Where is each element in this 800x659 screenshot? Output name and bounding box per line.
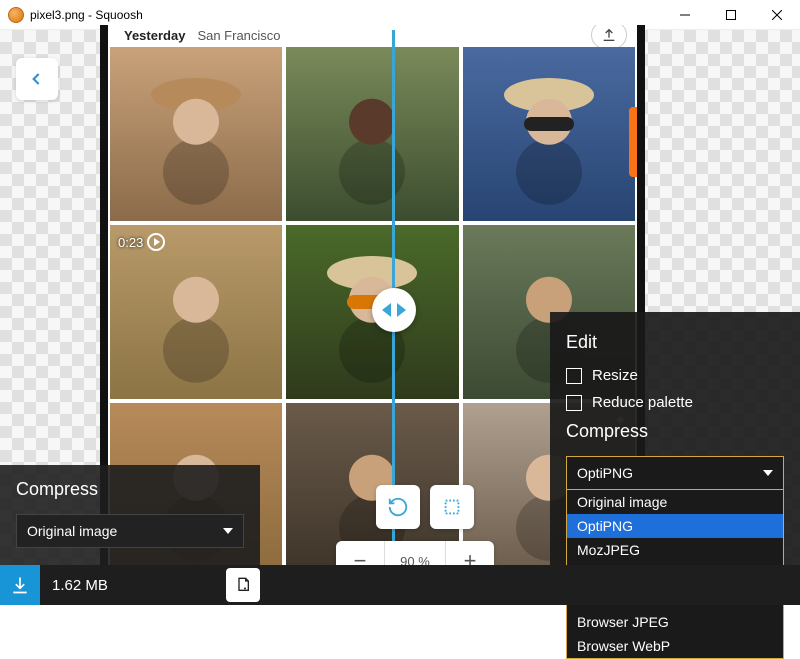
- back-button[interactable]: [16, 58, 58, 100]
- photo-thumb: 0:23: [110, 225, 282, 399]
- codec-option[interactable]: MozJPEG: [567, 538, 783, 562]
- left-compress-panel: Compress Original image: [0, 465, 260, 565]
- reduce-palette-checkbox[interactable]: [566, 395, 582, 411]
- filesize-label: 1.62 MB: [52, 577, 108, 594]
- share-icon: [591, 25, 627, 49]
- play-icon: [147, 233, 165, 251]
- left-compress-title: Compress: [16, 479, 244, 500]
- download-original-button[interactable]: [0, 565, 40, 605]
- right-codec-select[interactable]: OptiPNG: [566, 456, 784, 490]
- preview-header: Yesterday San Francisco: [108, 25, 637, 45]
- minimize-button[interactable]: [662, 0, 708, 30]
- left-codec-select[interactable]: Original image: [16, 514, 244, 548]
- resize-label: Resize: [592, 367, 638, 384]
- photo-thumb: [110, 47, 282, 221]
- preview-day: Yesterday: [124, 28, 185, 43]
- codec-option[interactable]: Browser WebP: [567, 634, 783, 658]
- reduce-palette-checkbox-row[interactable]: Reduce palette: [566, 394, 784, 411]
- transform-button[interactable]: [430, 485, 474, 529]
- right-compress-title: Compress: [566, 421, 784, 442]
- compare-handle[interactable]: [372, 288, 416, 332]
- codec-option[interactable]: OptiPNG: [567, 514, 783, 538]
- preview-location: San Francisco: [197, 28, 280, 43]
- right-codec-value: OptiPNG: [577, 465, 633, 481]
- photo-thumb: [286, 47, 458, 221]
- maximize-button[interactable]: [708, 0, 754, 30]
- accent-bar: [629, 107, 637, 177]
- codec-option[interactable]: Original image: [567, 490, 783, 514]
- reduce-palette-label: Reduce palette: [592, 394, 693, 411]
- left-codec-value: Original image: [27, 523, 117, 539]
- copy-button[interactable]: [226, 568, 260, 602]
- edit-title: Edit: [566, 332, 784, 353]
- rotate-button[interactable]: [376, 485, 420, 529]
- photo-thumb: [463, 47, 635, 221]
- resize-checkbox[interactable]: [566, 368, 582, 384]
- close-button[interactable]: [754, 0, 800, 30]
- codec-option[interactable]: Browser JPEG: [567, 610, 783, 634]
- bottom-bar: 1.62 MB: [0, 565, 800, 605]
- app-icon: [8, 7, 24, 23]
- video-duration: 0:23: [118, 233, 165, 251]
- chevron-down-icon: [763, 470, 773, 476]
- chevron-down-icon: [223, 528, 233, 534]
- resize-checkbox-row[interactable]: Resize: [566, 367, 784, 384]
- client-area: Yesterday San Francisco 0:23 ✦: [0, 30, 800, 605]
- right-options-panel: Edit Resize Reduce palette Compress Opti…: [550, 312, 800, 605]
- window-title: pixel3.png - Squoosh: [30, 8, 143, 22]
